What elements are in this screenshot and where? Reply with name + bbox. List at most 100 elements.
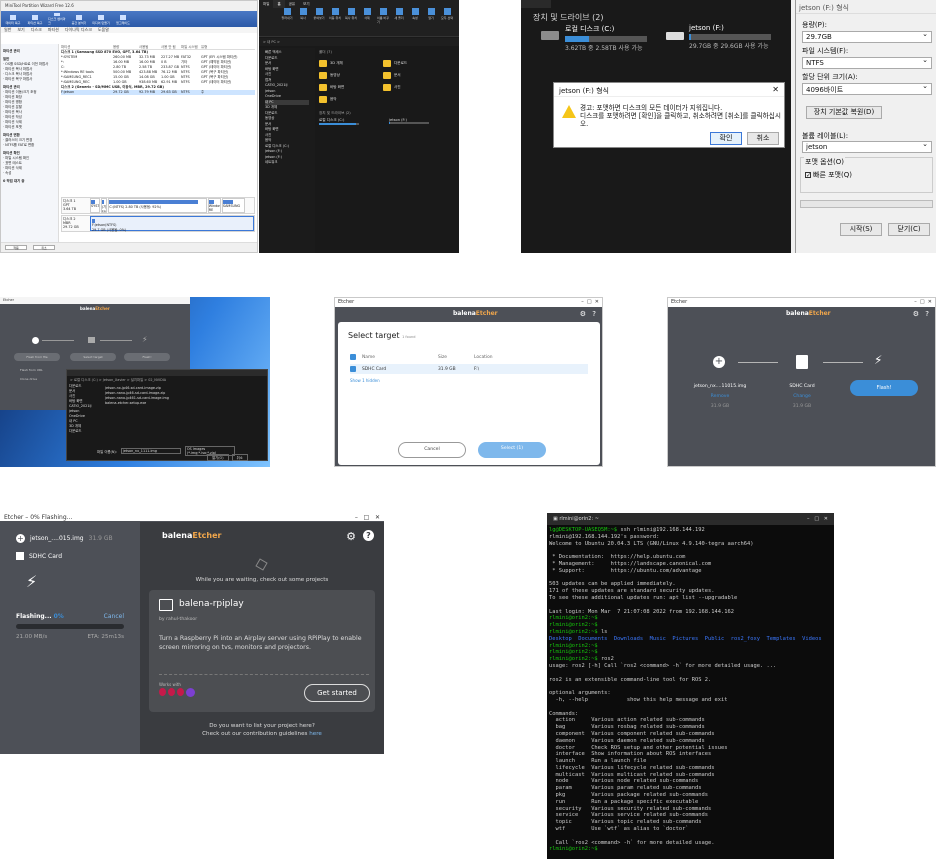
ok-button[interactable]: 확인 — [710, 132, 742, 145]
folder-item[interactable]: 동영상 — [319, 69, 383, 81]
ribbon-button[interactable]: 삭제 — [361, 8, 373, 34]
column-header[interactable]: 파티션 — [61, 44, 113, 49]
folder-item[interactable]: 문서 — [383, 69, 447, 81]
folder-item[interactable]: 다운로드 — [383, 57, 447, 69]
window-controls[interactable]: – □ ✕ — [581, 299, 599, 306]
ribbon-tab[interactable]: 파일 — [259, 0, 273, 8]
toolbar-button[interactable]: 데이터 복구 — [4, 13, 22, 25]
window-controls[interactable]: – □ ✕ — [355, 514, 380, 521]
folder-item[interactable]: 사진 — [383, 81, 447, 93]
terminal-output[interactable]: lg@DESKTOP-UASEQ5M:~$ ssh rlmini@192.168… — [547, 525, 834, 855]
undo-button[interactable]: 취소 — [33, 245, 55, 250]
window-controls[interactable]: – □ ✕ — [807, 516, 828, 523]
drive-f[interactable]: jetson (F:) 29.7GB 중 29.6GB 사용 가능 — [689, 24, 799, 50]
disk-map-partition[interactable]: (기타) — [100, 198, 108, 213]
menu-item[interactable]: 파티션 — [48, 27, 59, 33]
drive-item[interactable]: jetson (F:) — [389, 118, 429, 125]
settings-icon[interactable]: ⚙ — [580, 310, 586, 318]
flash-from-file-button[interactable]: Flash from file — [14, 353, 60, 361]
change-link[interactable]: Change — [772, 394, 832, 399]
close-icon[interactable]: ✕ — [772, 85, 779, 94]
sidebar-item[interactable]: · NTFS를 FAT로 변환 — [3, 143, 56, 148]
column-header[interactable]: 사용됨 — [139, 44, 161, 49]
folder-item[interactable]: 음악 — [319, 93, 383, 105]
drive-row[interactable]: SDHC Card 31.9 GB F:\ — [350, 364, 588, 374]
ribbon-tab[interactable]: 홈 — [273, 0, 285, 8]
column-header[interactable]: 사용 안 됨 — [161, 44, 181, 49]
help-icon[interactable]: ? — [925, 310, 929, 318]
table-row-selected[interactable]: F:jetson 29.72 GB 92.79 MB 29.63 GB NTFS 주 — [61, 90, 255, 95]
address-bar[interactable]: > 로컬 디스크 (C:) > Jetson_Xavier > 설치파일 > 0… — [67, 376, 267, 382]
filesystem-select[interactable]: NTFS — [802, 56, 932, 69]
cancel-button[interactable]: Cancel — [398, 442, 466, 458]
menu-item[interactable]: 도움말 — [98, 27, 109, 33]
flash-from-url-link[interactable]: Flash from URL — [20, 368, 43, 372]
apply-button[interactable]: 적용 — [5, 245, 27, 250]
ribbon-button[interactable]: 이름 바꾸기 — [377, 8, 389, 34]
flash-button[interactable]: Flash! — [124, 353, 170, 361]
menu-item[interactable]: 일반 — [4, 27, 11, 33]
show-hidden-link[interactable]: Show 1 hidden — [350, 378, 380, 383]
nav-item[interactable]: 네트워크 — [265, 160, 309, 166]
ribbon-button[interactable]: 새 폴더 — [393, 8, 405, 34]
ribbon-button[interactable]: 열기 — [425, 8, 437, 34]
help-icon[interactable]: ? — [592, 310, 596, 318]
column-header[interactable]: 파일 시스템 — [181, 44, 201, 49]
ribbon-button[interactable]: 복사 — [297, 8, 309, 34]
start-button[interactable]: 시작(S) — [840, 223, 882, 236]
ribbon-button[interactable]: 잘라내기 — [281, 8, 293, 34]
ribbon-tab[interactable]: 보기 — [299, 0, 313, 8]
allocation-select[interactable]: 4096바이트 — [802, 82, 932, 95]
toolbar-button[interactable]: 공간 분석기 — [70, 13, 88, 25]
ribbon-button[interactable]: 속성 — [409, 8, 421, 34]
select-target-button[interactable]: Select target — [70, 353, 116, 361]
column-header[interactable]: 유형 — [201, 44, 241, 49]
settings-icon[interactable]: ⚙ — [913, 310, 919, 318]
quick-format-checkbox[interactable]: ✓ 빠른 포맷(Q) — [805, 170, 852, 180]
sidebar-item[interactable]: · 속성 — [3, 171, 56, 176]
disk-map-row-2[interactable]: 디스크 2 MBR 29.72 GB F:jetson(NTFS) 29.7 GB … — [61, 215, 255, 232]
cancel-button[interactable]: 취소 — [747, 132, 779, 145]
open-button[interactable]: 열기(O) — [207, 454, 229, 461]
get-started-button[interactable]: Get started — [304, 684, 370, 702]
ribbon-button[interactable]: 이동 위치 — [329, 8, 341, 34]
sidebar-item[interactable]: · 파티션 포맷 — [3, 125, 56, 130]
disk-map-partition[interactable]: SAMSUNG — [221, 198, 245, 213]
settings-icon[interactable]: ⚙ — [346, 530, 356, 543]
cancel-button[interactable]: 취소 — [231, 454, 248, 461]
disk-map-partition[interactable]: F:jetson(NTFS) 29.7 GB (사용됨: 0%) — [90, 216, 254, 232]
project-card[interactable]: balena-rpiplay by rahul-thakoor Turn a R… — [149, 590, 375, 712]
drive-checkbox[interactable] — [350, 366, 356, 372]
capacity-select[interactable]: 29.7GB — [802, 30, 932, 43]
ribbon-button[interactable]: 붙여넣기 — [313, 8, 325, 34]
remove-link[interactable]: Remove — [690, 394, 750, 399]
toolbar-button[interactable]: 미디어 만들기 — [92, 13, 110, 25]
cancel-button[interactable]: Cancel — [104, 613, 124, 620]
menu-item[interactable]: 디스크 — [31, 27, 42, 33]
drive-item[interactable]: 로컬 디스크 (C:) — [319, 118, 359, 125]
window-controls[interactable]: – □ ✕ — [914, 299, 932, 306]
disk-map-partition[interactable]: C:(NTFS) 2.80 TB (사용됨: 92%) — [108, 198, 207, 213]
select-button[interactable]: Select (1) — [478, 442, 546, 458]
ribbon-button[interactable]: 복사 위치 — [345, 8, 357, 34]
help-icon[interactable]: ? — [363, 530, 374, 541]
drive-c[interactable]: 로컬 디스크 (C:) 3.62TB 중 2.58TB 사용 가능 — [565, 24, 675, 52]
toolbar-button[interactable]: 파티션 복구 — [26, 13, 44, 25]
toolbar-button[interactable]: 디스크 벤치마크 — [48, 13, 66, 25]
here-link[interactable]: here — [309, 731, 322, 737]
disk-map-partition[interactable]: Windows RE — [207, 198, 221, 213]
disk-map-row-1[interactable]: 디스크 1GPT3.64 TB SYSTEM(FAT32)(기타)C:(NTFS… — [61, 197, 255, 214]
sidebar-item[interactable]: · 파티션 복구 마법사 — [3, 77, 56, 82]
restore-defaults-button[interactable]: 장치 기본값 복원(D) — [806, 106, 882, 119]
menu-item[interactable]: 다이나믹 디스크 — [65, 27, 92, 33]
close-button[interactable]: 닫기(C) — [888, 223, 930, 236]
volume-label-input[interactable]: jetson — [802, 140, 932, 153]
disk-map-partition[interactable]: SYSTEM(FAT32) — [90, 198, 100, 213]
nav-item[interactable]: 다운로드 — [69, 429, 101, 434]
ribbon-button[interactable]: 모두 선택 — [441, 8, 453, 34]
folder-item[interactable]: 3D 개체 — [319, 57, 383, 69]
column-header[interactable]: 용량 — [113, 44, 139, 49]
clone-drive-link[interactable]: Clone drive — [20, 377, 37, 381]
file-row[interactable]: balena-etcher-setup.exe — [105, 401, 265, 406]
toolbar-button[interactable]: 업그레이드 — [114, 13, 132, 25]
